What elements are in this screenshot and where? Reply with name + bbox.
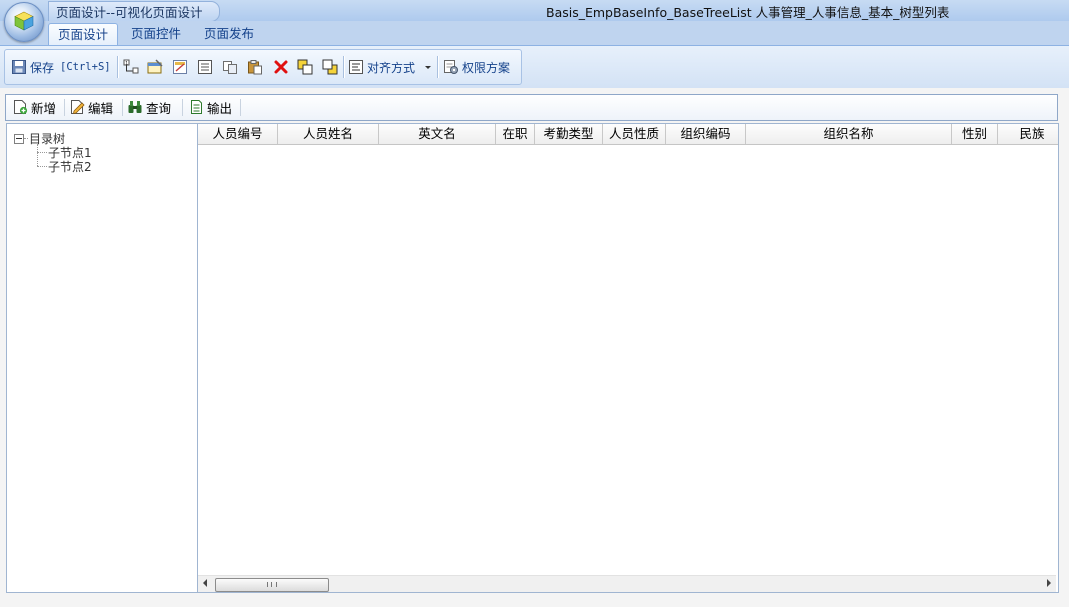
scrollbar-thumb[interactable] xyxy=(215,578,329,592)
edit-button[interactable]: 编辑 xyxy=(69,98,113,116)
scroll-left-arrow-icon[interactable] xyxy=(203,579,207,587)
tab-order-button[interactable]: 1 xyxy=(123,56,139,78)
horizontal-scrollbar[interactable] xyxy=(198,575,1056,592)
edit-label: 编辑 xyxy=(88,100,114,116)
tab-page-publish[interactable]: 页面发布 xyxy=(195,23,263,45)
delete-x-icon xyxy=(274,60,288,74)
save-shortcut: [Ctrl+S] xyxy=(60,61,111,73)
directory-tree[interactable]: 目录树 子节点1 子节点2 xyxy=(6,123,198,593)
alignment-dropdown[interactable]: 对齐方式 xyxy=(348,56,432,78)
separator xyxy=(182,99,183,116)
copy-icon xyxy=(223,61,237,74)
new-document-icon xyxy=(14,100,28,115)
binoculars-icon xyxy=(128,101,142,113)
tree-connector xyxy=(37,152,47,153)
edit-form-icon xyxy=(173,60,187,74)
tab-label: 页面设计 xyxy=(58,27,109,42)
column-header[interactable]: 英文名 xyxy=(379,124,496,144)
tab-label: 页面控件 xyxy=(131,26,182,41)
save-label: 保存 xyxy=(30,60,55,75)
delete-button[interactable] xyxy=(273,56,289,78)
tree-connector xyxy=(37,144,38,166)
properties-icon xyxy=(147,59,163,74)
add-button[interactable]: 新增 xyxy=(12,98,56,116)
properties-button[interactable] xyxy=(147,56,163,78)
add-label: 新增 xyxy=(31,100,57,116)
tab-label: 页面发布 xyxy=(204,26,255,41)
ribbon-tab-row: 页面设计 页面控件 页面发布 xyxy=(0,21,1069,46)
column-header[interactable]: 人员编号 xyxy=(198,124,278,144)
tree-connector xyxy=(37,166,47,167)
tab-page-controls[interactable]: 页面控件 xyxy=(122,23,190,45)
permission-lock-icon xyxy=(444,60,458,74)
tab-order-icon: 1 xyxy=(123,59,139,74)
title-bar: 页面设计--可视化页面设计 Basis_EmpBaseInfo_BaseTree… xyxy=(0,0,1069,22)
tab-page-design[interactable]: 页面设计 xyxy=(48,23,119,46)
edit-layout-button[interactable] xyxy=(172,56,188,78)
column-header[interactable]: 民族 xyxy=(998,124,1058,144)
app-title: 页面设计--可视化页面设计 xyxy=(56,5,203,20)
column-header[interactable]: 在职 xyxy=(496,124,535,144)
application-menu-button[interactable] xyxy=(4,2,44,42)
paste-icon xyxy=(248,60,262,75)
separator xyxy=(122,99,123,116)
send-to-back-button[interactable] xyxy=(322,56,338,78)
export-button[interactable]: 输出 xyxy=(188,98,232,116)
form-button[interactable] xyxy=(197,56,213,78)
designer-canvas: 新增 编辑 查询 输出 目录树 子节点1 子节点2 人员编号 人员姓名 英文名 … xyxy=(0,88,1069,607)
column-header[interactable]: 考勤类型 xyxy=(535,124,603,144)
separator xyxy=(117,56,118,78)
column-header[interactable]: 人员性质 xyxy=(603,124,666,144)
edit-pencil-icon xyxy=(71,100,85,115)
separator xyxy=(240,99,241,116)
grid-header: 人员编号 人员姓名 英文名 在职 考勤类型 人员性质 组织编码 组织名称 性别 … xyxy=(198,124,1058,145)
alignment-label: 对齐方式 xyxy=(367,60,416,75)
permission-scheme-button[interactable]: 权限方案 xyxy=(443,56,510,78)
app-cube-icon xyxy=(14,11,34,31)
column-header[interactable]: 组织编码 xyxy=(666,124,746,144)
list-toolbar: 新增 编辑 查询 输出 xyxy=(5,94,1058,121)
ribbon-group: 保存 [Ctrl+S] 1 对齐方式 权限方案 xyxy=(4,49,522,85)
query-button[interactable]: 查询 xyxy=(127,98,171,116)
column-header[interactable]: 组织名称 xyxy=(746,124,952,144)
separator xyxy=(437,56,438,78)
chevron-down-icon xyxy=(425,66,432,69)
ribbon-panel: 保存 [Ctrl+S] 1 对齐方式 权限方案 xyxy=(0,45,1069,89)
permission-label: 权限方案 xyxy=(462,60,511,75)
tree-connector xyxy=(24,138,28,139)
scroll-right-arrow-icon[interactable] xyxy=(1047,579,1051,587)
floppy-disk-icon xyxy=(12,60,26,74)
bring-to-front-icon xyxy=(297,59,313,75)
align-icon xyxy=(349,60,363,74)
grip-icon xyxy=(267,582,277,587)
export-label: 输出 xyxy=(207,100,233,116)
svg-text:1: 1 xyxy=(125,60,128,66)
copy-button[interactable] xyxy=(222,56,238,78)
separator xyxy=(343,56,344,78)
send-to-back-icon xyxy=(322,59,338,75)
tree-child-node[interactable]: 子节点2 xyxy=(48,158,92,175)
save-button[interactable]: 保存 [Ctrl+S] xyxy=(11,56,111,78)
column-header[interactable]: 性别 xyxy=(952,124,998,144)
collapse-toggle-icon[interactable] xyxy=(14,134,24,144)
bring-to-front-button[interactable] xyxy=(297,56,313,78)
column-header[interactable]: 人员姓名 xyxy=(278,124,379,144)
form-icon xyxy=(198,60,212,74)
query-label: 查询 xyxy=(146,100,172,116)
export-document-icon xyxy=(191,100,202,114)
window-title: Basis_EmpBaseInfo_BaseTreeList 人事管理_人事信息… xyxy=(546,5,950,20)
data-grid: 人员编号 人员姓名 英文名 在职 考勤类型 人员性质 组织编码 组织名称 性别 … xyxy=(197,123,1059,593)
separator xyxy=(64,99,65,116)
paste-button[interactable] xyxy=(247,56,263,78)
